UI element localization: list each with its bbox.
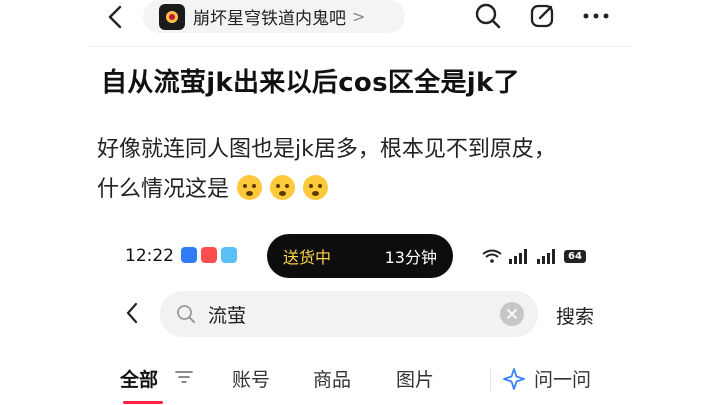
post-body-line: 什么情况这是	[97, 170, 617, 210]
tab-ask[interactable]: 问一问	[502, 365, 591, 392]
filter-button[interactable]	[175, 369, 193, 389]
signal-icon	[537, 249, 555, 264]
more-icon	[583, 13, 609, 19]
app-notification-icon	[221, 247, 237, 263]
search-icon	[475, 3, 501, 29]
forum-avatar	[159, 3, 185, 30]
status-app-icons	[181, 247, 237, 263]
search-input[interactable]: 流萤	[160, 291, 538, 337]
tab-images[interactable]: 图片	[396, 365, 434, 392]
search-back-button[interactable]	[120, 298, 144, 328]
dynamic-island-delivery[interactable]: 送货中 13分钟	[267, 234, 453, 278]
back-button[interactable]	[100, 2, 130, 32]
forum-chip[interactable]: 崩坏星穹铁道内鬼吧 >	[143, 0, 405, 33]
signal-icon	[509, 249, 527, 264]
forum-name: 崩坏星穹铁道内鬼吧	[193, 9, 346, 29]
status-indicators: 64	[482, 248, 586, 264]
thinking-face-emoji-icon	[237, 175, 263, 200]
active-tab-indicator	[123, 401, 163, 404]
status-time: 12:22	[125, 246, 174, 266]
filter-icon	[175, 371, 193, 383]
delivery-eta: 13分钟	[384, 248, 437, 267]
search-query: 流萤	[208, 304, 247, 327]
wifi-icon	[482, 249, 502, 263]
thinking-face-emoji-icon	[303, 175, 329, 200]
embedded-screenshot: 12:22 送货中 13分钟 64 流萤 搜索 全部 账号 商品 图片 问一问	[108, 232, 620, 405]
post-body: 好像就连同人图也是jk居多，根本见不到原皮， 什么情况这是	[97, 130, 617, 210]
post-body-line: 好像就连同人图也是jk居多，根本见不到原皮，	[97, 137, 556, 162]
tab-separator	[490, 369, 491, 391]
chevron-left-icon	[108, 5, 122, 29]
delivery-status: 送货中	[283, 248, 332, 267]
tab-products[interactable]: 商品	[313, 365, 351, 392]
top-navigation-bar: 崩坏星穹铁道内鬼吧 >	[0, 0, 720, 34]
chevron-left-icon	[126, 302, 138, 324]
app-notification-icon	[181, 247, 197, 263]
chevron-right-icon: >	[352, 7, 366, 26]
tab-all[interactable]: 全部	[120, 365, 158, 392]
post-title: 自从流萤jk出来以后cos区全是jk了	[101, 68, 520, 98]
search-button[interactable]	[472, 0, 504, 32]
clear-search-button[interactable]	[500, 302, 524, 326]
thinking-face-emoji-icon	[270, 175, 296, 200]
tab-ask-label: 问一问	[534, 369, 592, 391]
header-divider	[88, 46, 632, 47]
battery-level: 64	[564, 249, 586, 263]
more-button[interactable]	[580, 0, 612, 32]
edit-button[interactable]	[527, 0, 559, 32]
search-icon	[177, 305, 195, 323]
app-notification-icon	[201, 247, 217, 263]
tab-accounts[interactable]: 账号	[232, 365, 270, 392]
search-submit-button[interactable]: 搜索	[556, 302, 594, 329]
sparkle-icon	[503, 367, 525, 390]
close-icon	[507, 309, 517, 319]
search-tabs: 全部 账号 商品 图片 问一问	[120, 365, 620, 405]
edit-icon	[530, 4, 554, 28]
